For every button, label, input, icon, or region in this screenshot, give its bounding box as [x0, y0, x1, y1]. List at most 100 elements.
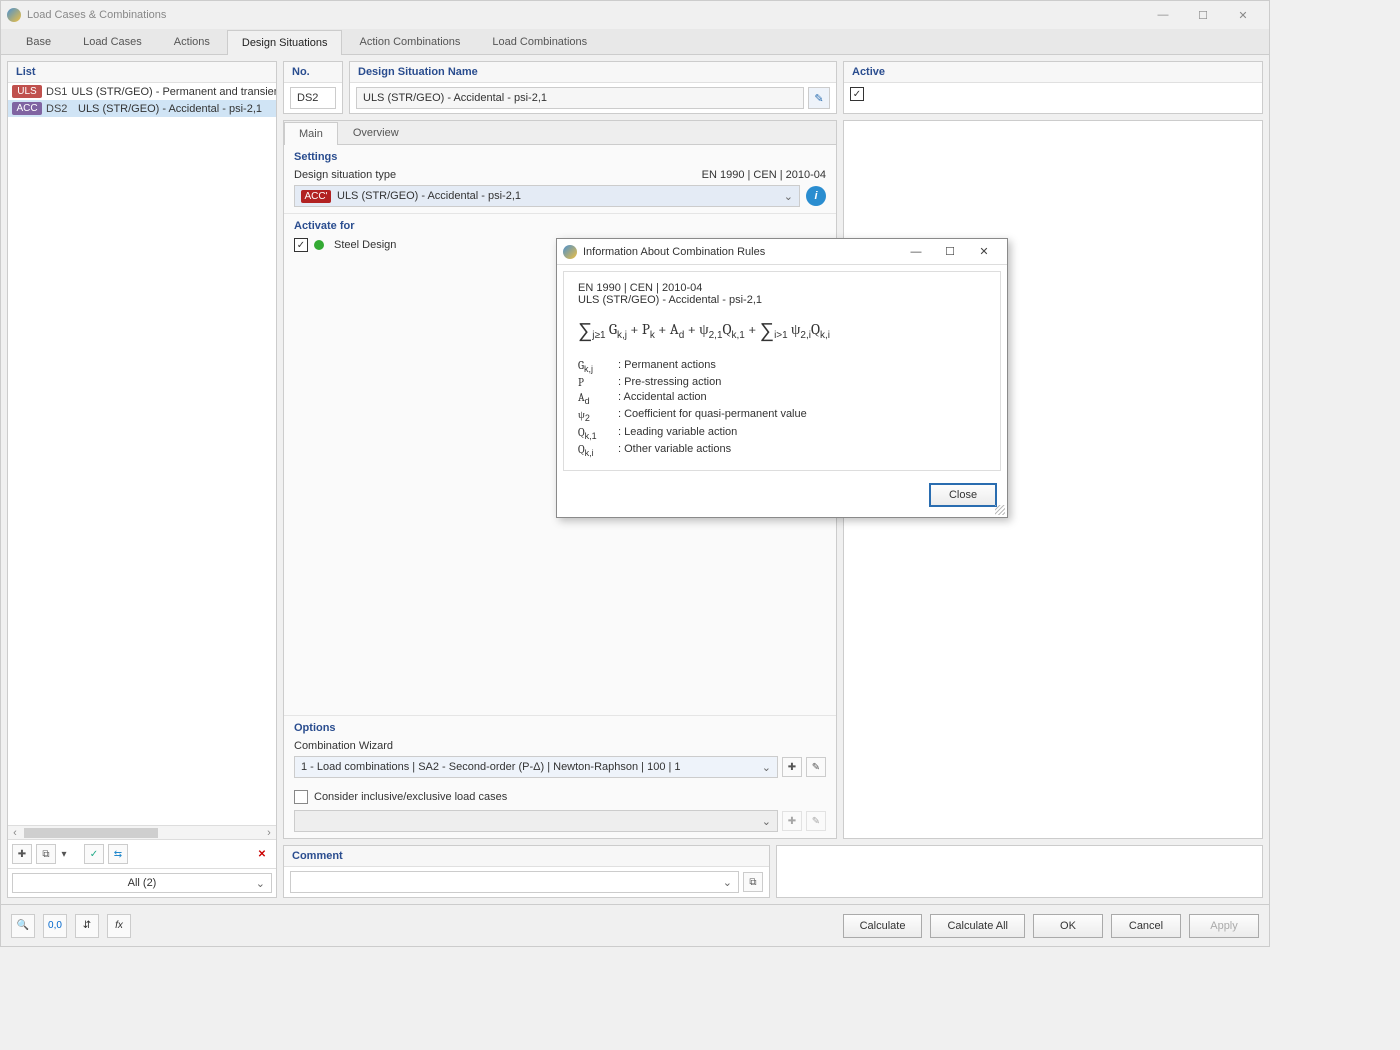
units-icon[interactable]: 0,0	[43, 914, 67, 938]
list-item-label: ULS (STR/GEO) - Accidental - psi-2,1	[78, 103, 262, 115]
copy-item-icon[interactable]: ⧉	[36, 844, 56, 864]
app-icon	[7, 8, 21, 22]
combination-formula: ∑j≥1 Gk,j + Pk + Ad + ψ2,1Qk,1 + ∑i>1 ψ2…	[578, 320, 986, 343]
standard-label: EN 1990 | CEN | 2010-04	[702, 169, 826, 181]
type-value: ULS (STR/GEO) - Accidental - psi-2,1	[337, 190, 521, 202]
chevron-down-icon: ⌄	[723, 876, 732, 889]
chevron-down-icon: ⌄	[762, 761, 771, 774]
fx-icon[interactable]: fx	[107, 914, 131, 938]
check-all-icon[interactable]: ✓	[84, 844, 104, 864]
list-panel: List ULS DS1 ULS (STR/GEO) - Permanent a…	[7, 61, 277, 898]
dialog-line2: ULS (STR/GEO) - Accidental - psi-2,1	[578, 294, 986, 306]
scroll-thumb[interactable]	[24, 828, 158, 838]
tab-load-combinations[interactable]: Load Combinations	[477, 29, 602, 54]
chevron-down-icon: ⌄	[784, 190, 793, 203]
type-label: Design situation type	[294, 169, 396, 181]
name-title: Design Situation Name	[350, 62, 836, 83]
comment-side-panel	[776, 845, 1263, 898]
uncheck-all-icon[interactable]: ⇆	[108, 844, 128, 864]
main-window: Load Cases & Combinations — ☐ ✕ Base Loa…	[0, 0, 1270, 947]
filter-dropdown[interactable]: All (2) ⌄	[12, 873, 272, 893]
filter-value: All (2)	[128, 877, 157, 889]
wizard-dropdown[interactable]: 1 - Load combinations | SA2 - Second-ord…	[294, 756, 778, 778]
subtab-overview[interactable]: Overview	[338, 121, 414, 144]
scroll-left-icon[interactable]: ‹	[8, 827, 22, 839]
tab-load-cases[interactable]: Load Cases	[68, 29, 157, 54]
dropdown-icon[interactable]: ▾	[60, 844, 68, 864]
legend: Gk,j: Permanent actions P: Pre-stressing…	[578, 359, 986, 458]
calculate-all-button[interactable]: Calculate All	[930, 914, 1025, 938]
type-dropdown[interactable]: ACC' ULS (STR/GEO) - Accidental - psi-2,…	[294, 185, 800, 207]
consider-edit-icon: ✎	[806, 811, 826, 831]
consider-new-icon: ✚	[782, 811, 802, 831]
legend-desc: : Permanent actions	[618, 359, 716, 374]
tab-actions[interactable]: Actions	[159, 29, 225, 54]
dialog-line1: EN 1990 | CEN | 2010-04	[578, 282, 986, 294]
info-icon[interactable]: i	[806, 186, 826, 206]
wizard-edit-icon[interactable]: ✎	[806, 757, 826, 777]
info-dialog: Information About Combination Rules — ☐ …	[556, 238, 1008, 518]
badge-acc: ACC'	[301, 190, 331, 203]
maximize-icon[interactable]: ☐	[1183, 3, 1223, 27]
legend-desc: : Leading variable action	[618, 426, 737, 441]
badge-uls: ULS	[12, 85, 42, 98]
active-title: Active	[844, 62, 1262, 83]
no-value: DS2	[290, 87, 336, 109]
wizard-value: 1 - Load combinations | SA2 - Second-ord…	[301, 761, 681, 773]
chevron-down-icon: ⌄	[762, 815, 771, 828]
name-field[interactable]: ULS (STR/GEO) - Accidental - psi-2,1	[356, 87, 804, 109]
list-item-code: DS2	[46, 103, 74, 115]
settings-title: Settings	[294, 151, 826, 163]
no-title: No.	[284, 62, 342, 83]
steel-label: Steel Design	[334, 239, 396, 251]
dialog-close-icon[interactable]: ✕	[967, 241, 1001, 263]
name-panel: Design Situation Name ULS (STR/GEO) - Ac…	[349, 61, 837, 114]
new-item-icon[interactable]: ✚	[12, 844, 32, 864]
list-item[interactable]: ULS DS1 ULS (STR/GEO) - Permanent and tr…	[8, 83, 276, 100]
calculate-button[interactable]: Calculate	[843, 914, 923, 938]
subtab-main[interactable]: Main	[284, 122, 338, 145]
list-scrollbar[interactable]: ‹ ›	[8, 825, 276, 839]
active-checkbox[interactable]: ✓	[850, 87, 864, 101]
list-toolbar: ✚ ⧉ ▾ ✓ ⇆ ✕	[8, 839, 276, 868]
situation-list[interactable]: ULS DS1 ULS (STR/GEO) - Permanent and tr…	[8, 83, 276, 825]
tab-action-combinations[interactable]: Action Combinations	[344, 29, 475, 54]
cancel-button[interactable]: Cancel	[1111, 914, 1181, 938]
options-title: Options	[294, 722, 826, 734]
scroll-right-icon[interactable]: ›	[262, 827, 276, 839]
wizard-new-icon[interactable]: ✚	[782, 757, 802, 777]
list-title: List	[8, 62, 276, 83]
chevron-down-icon: ⌄	[256, 877, 265, 890]
no-panel: No. DS2	[283, 61, 343, 114]
dialog-titlebar: Information About Combination Rules — ☐ …	[557, 239, 1007, 265]
resize-grip-icon[interactable]	[995, 505, 1005, 515]
consider-label: Consider inclusive/exclusive load cases	[314, 791, 507, 803]
close-icon[interactable]: ✕	[1223, 3, 1263, 27]
main-tabs: Base Load Cases Actions Design Situation…	[1, 29, 1269, 55]
edit-name-icon[interactable]: ✎	[808, 87, 830, 109]
steel-checkbox[interactable]: ✓	[294, 238, 308, 252]
comment-field[interactable]: ⌄	[290, 871, 739, 893]
minimize-icon[interactable]: —	[1143, 3, 1183, 27]
comment-pick-icon[interactable]: ⧉	[743, 872, 763, 892]
status-dot-icon	[314, 240, 324, 250]
consider-checkbox[interactable]	[294, 790, 308, 804]
tab-design-situations[interactable]: Design Situations	[227, 30, 343, 55]
dialog-maximize-icon[interactable]: ☐	[933, 241, 967, 263]
list-item-code: DS1	[46, 86, 67, 98]
tree-icon[interactable]: ⇵	[75, 914, 99, 938]
app-icon	[563, 245, 577, 259]
comment-title: Comment	[284, 846, 769, 867]
dialog-minimize-icon[interactable]: —	[899, 241, 933, 263]
search-icon[interactable]: 🔍	[11, 914, 35, 938]
bottom-bar: 🔍 0,0 ⇵ fx Calculate Calculate All OK Ca…	[1, 904, 1269, 946]
dialog-close-button[interactable]: Close	[929, 483, 997, 507]
list-item[interactable]: ACC DS2 ULS (STR/GEO) - Accidental - psi…	[8, 100, 276, 117]
delete-icon[interactable]: ✕	[252, 844, 272, 864]
consider-dropdown: ⌄	[294, 810, 778, 832]
legend-desc: : Coefficient for quasi-permanent value	[618, 408, 807, 423]
wizard-label: Combination Wizard	[294, 740, 826, 752]
ok-button[interactable]: OK	[1033, 914, 1103, 938]
detail-tabs: Main Overview	[284, 121, 836, 145]
tab-base[interactable]: Base	[11, 29, 66, 54]
